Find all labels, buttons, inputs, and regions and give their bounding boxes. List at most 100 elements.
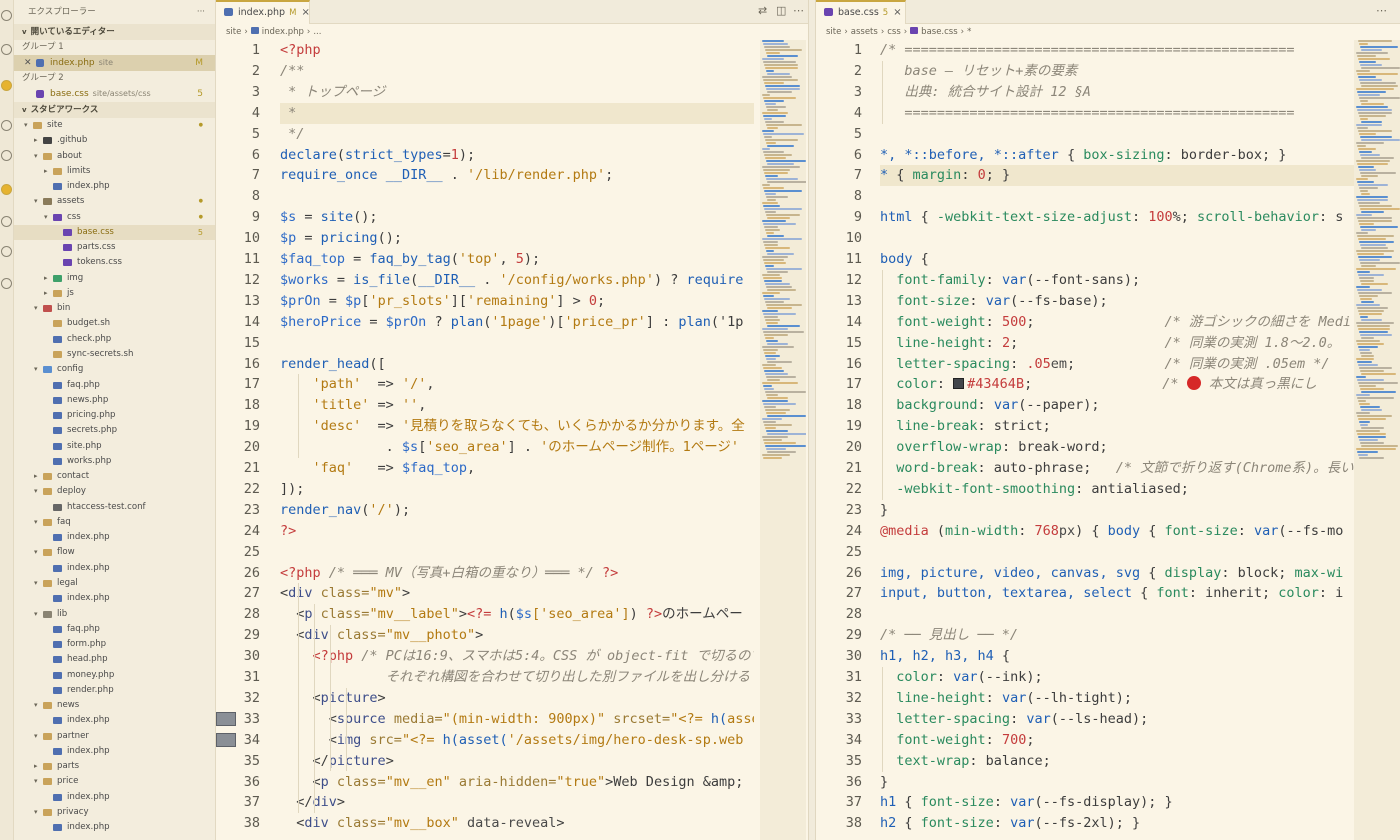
tree-item[interactable]: ▾ css ●: [14, 210, 215, 225]
chevron-right-icon[interactable]: ▸: [34, 469, 38, 484]
tree-item[interactable]: ▸ js: [14, 286, 215, 301]
code-area[interactable]: /* =====================================…: [880, 40, 1354, 840]
chevron-down-icon[interactable]: ▾: [44, 210, 48, 225]
code-line[interactable]: require_once __DIR__ . '/lib/render.php'…: [280, 165, 613, 186]
tree-item[interactable]: index.php: [14, 790, 215, 805]
tree-item[interactable]: index.php: [14, 561, 215, 576]
code-line[interactable]: 'faq' => $faq_top,: [280, 458, 476, 479]
code-line[interactable]: /* ── 見出し ── */: [880, 625, 1018, 646]
code-line[interactable]: <?php: [280, 40, 321, 61]
breadcrumb-item[interactable]: css: [887, 27, 901, 37]
code-line[interactable]: <div class="mv__photo">: [280, 625, 483, 646]
tree-item[interactable]: index.php: [14, 179, 215, 194]
code-line[interactable]: <img src="<?= h(asset('/assets/img/hero-…: [280, 730, 744, 751]
code-line[interactable]: }: [880, 500, 888, 521]
tree-item[interactable]: ▾ partner: [14, 729, 215, 744]
tree-item[interactable]: sync-secrets.sh: [14, 347, 215, 362]
remote-icon[interactable]: [1, 184, 12, 195]
code-line[interactable]: base — リセット+素の要素: [880, 61, 1077, 82]
chevron-down-icon[interactable]: ▾: [34, 484, 38, 499]
more-actions-icon[interactable]: ⋯: [1376, 4, 1387, 17]
open-editor-index-php[interactable]: ✕ index.php site M: [14, 55, 215, 71]
chevron-down-icon[interactable]: ▾: [34, 607, 38, 622]
code-line[interactable]: $s = site();: [280, 207, 378, 228]
tree-item[interactable]: ▾ lib: [14, 607, 215, 622]
code-line[interactable]: word-break: auto-phrase; /* 文節で折り返す(Chro…: [880, 458, 1353, 479]
close-icon[interactable]: ✕: [24, 55, 32, 71]
open-editors-section[interactable]: v 開いているエディター: [14, 24, 215, 40]
code-line[interactable]: img, picture, video, canvas, svg { displ…: [880, 563, 1343, 584]
split-editor-icon[interactable]: ◫: [776, 4, 786, 17]
tree-item[interactable]: htaccess-test.conf: [14, 500, 215, 515]
timeline-icon[interactable]: [1, 278, 12, 289]
chevron-down-icon[interactable]: ▾: [34, 805, 38, 820]
close-icon[interactable]: ×: [893, 7, 901, 18]
code-line[interactable]: render_head([: [280, 354, 386, 375]
code-line[interactable]: color: #43464B; /* 本文は真っ黒にし: [880, 374, 1317, 395]
code-line[interactable]: $heroPrice = $prOn ? plan('1page')['pric…: [280, 312, 743, 333]
code-line[interactable]: line-height: var(--lh-tight);: [880, 688, 1132, 709]
code-line[interactable]: color: var(--ink);: [880, 667, 1042, 688]
code-line[interactable]: declare(strict_types=1);: [280, 145, 475, 166]
tree-item[interactable]: ▸ .github: [14, 133, 215, 148]
compare-changes-icon[interactable]: ⇄: [758, 4, 767, 17]
tree-item[interactable]: ▾ bin: [14, 301, 215, 316]
code-line[interactable]: </div>: [280, 792, 345, 813]
tree-item[interactable]: pricing.php: [14, 408, 215, 423]
more-actions-icon[interactable]: ⋯: [793, 4, 804, 17]
code-line[interactable]: /**: [280, 61, 304, 82]
testing-icon[interactable]: [1, 216, 12, 227]
tree-item[interactable]: site.php: [14, 439, 215, 454]
tree-item[interactable]: base.css 5: [14, 224, 215, 241]
chevron-right-icon[interactable]: ▸: [44, 164, 48, 179]
breadcrumb-item[interactable]: *: [967, 27, 971, 37]
tree-item[interactable]: tokens.css: [14, 255, 215, 270]
code-line[interactable]: h2 { font-size: var(--fs-2xl); }: [880, 813, 1140, 834]
more-actions-icon[interactable]: ···: [197, 0, 205, 24]
chevron-down-icon[interactable]: ▾: [34, 698, 38, 713]
code-line[interactable]: ========================================…: [880, 103, 1294, 124]
code-line[interactable]: $prOn = $p['pr_slots']['remaining'] > 0;: [280, 291, 605, 312]
code-line[interactable]: * トップページ: [280, 82, 385, 103]
tree-item[interactable]: parts.css: [14, 240, 215, 255]
tree-item[interactable]: ▾ faq: [14, 515, 215, 530]
chevron-right-icon[interactable]: ▸: [44, 271, 48, 286]
code-line[interactable]: */: [280, 124, 304, 145]
code-line[interactable]: html { -webkit-text-size-adjust: 100%; s…: [880, 207, 1343, 228]
code-line[interactable]: <div class="mv">: [280, 583, 410, 604]
breadcrumb-item[interactable]: index.php: [262, 27, 304, 37]
chevron-right-icon[interactable]: ▸: [44, 286, 48, 301]
tree-item[interactable]: ▾ price: [14, 774, 215, 789]
close-icon[interactable]: ×: [301, 7, 309, 18]
code-line[interactable]: ]);: [280, 479, 304, 500]
chevron-down-icon[interactable]: ▾: [34, 362, 38, 377]
code-line[interactable]: render_nav('/');: [280, 500, 410, 521]
code-line[interactable]: 'desc' => '見積りを取らなくても、いくらかかるか分かります。全: [280, 416, 745, 437]
code-line[interactable]: /* =====================================…: [880, 40, 1295, 61]
code-line[interactable]: -webkit-font-smoothing: antialiased;: [880, 479, 1189, 500]
editor-group-divider[interactable]: [808, 0, 816, 840]
tree-item[interactable]: ▸ parts: [14, 759, 215, 774]
tree-item[interactable]: ▾ news: [14, 698, 215, 713]
code-line[interactable]: * { margin: 0; }: [880, 165, 1354, 187]
code-line[interactable]: @media (min-width: 768px) { body { font-…: [880, 521, 1343, 542]
tree-item[interactable]: ▸ contact: [14, 469, 215, 484]
tree-item[interactable]: faq.php: [14, 622, 215, 637]
code-line[interactable]: 出典: 統合サイト設計 12 §A: [880, 82, 1091, 103]
tree-item[interactable]: budget.sh: [14, 316, 215, 331]
tree-item[interactable]: index.php: [14, 530, 215, 545]
chevron-right-icon[interactable]: ▸: [34, 133, 38, 148]
breadcrumb-item[interactable]: base.css: [921, 27, 958, 37]
minimap[interactable]: [1354, 40, 1400, 840]
code-line[interactable]: *, *::before, *::after { box-sizing: bor…: [880, 145, 1286, 166]
search-icon[interactable]: [1, 44, 12, 55]
code-line[interactable]: <?php /* PCは16:9、スマホは5:4。CSS が object-fi…: [280, 646, 754, 667]
code-line[interactable]: text-wrap: balance;: [880, 751, 1050, 772]
code-line[interactable]: font-family: var(--font-sans);: [880, 270, 1140, 291]
chevron-down-icon[interactable]: ▾: [34, 576, 38, 591]
breadcrumb-item[interactable]: site: [826, 27, 841, 37]
tree-item[interactable]: faq.php: [14, 378, 215, 393]
chevron-down-icon[interactable]: ▾: [34, 301, 38, 316]
tree-item[interactable]: ▾ config: [14, 362, 215, 377]
code-line[interactable]: <p class="mv__en" aria-hidden="true">Web…: [280, 772, 744, 793]
